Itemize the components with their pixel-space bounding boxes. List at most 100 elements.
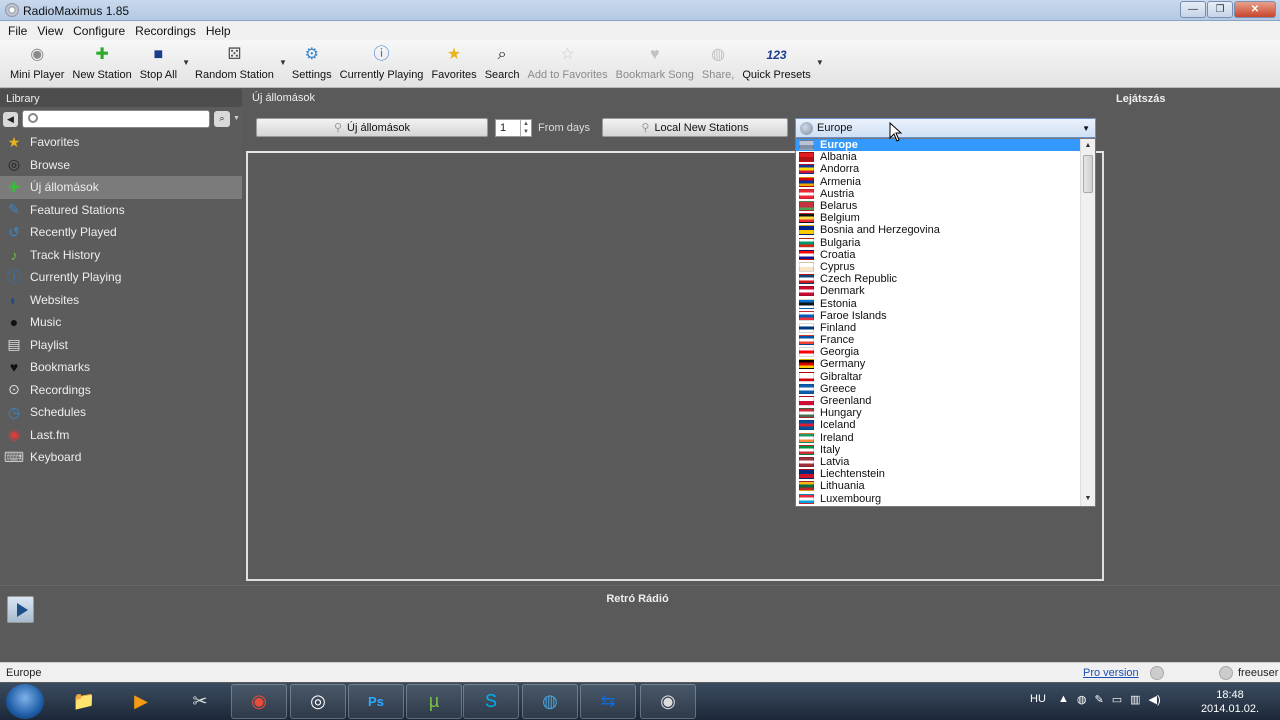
maximize-button[interactable]: ❐: [1207, 1, 1233, 18]
currently-playing-button[interactable]: ⓘ Currently Playing: [336, 40, 428, 86]
bookmark-song-button[interactable]: ♥ Bookmark Song: [612, 40, 698, 86]
dropdown-option-croatia[interactable]: Croatia: [796, 249, 1081, 261]
sidebar-item-favorites[interactable]: ★ Favorites: [0, 131, 242, 154]
dropdown-option-belarus[interactable]: Belarus: [796, 200, 1081, 212]
dropdown-option-armenia[interactable]: Armenia: [796, 176, 1081, 188]
dropdown-option-greenland[interactable]: Greenland: [796, 395, 1081, 407]
dropdown-option-andorra[interactable]: Andorra: [796, 163, 1081, 175]
dropdown-option-latvia[interactable]: Latvia: [796, 456, 1081, 468]
dropdown-option-albania[interactable]: Albania: [796, 151, 1081, 163]
sidebar-item-websites[interactable]: ◐ Websites: [0, 289, 242, 312]
close-button[interactable]: ✕: [1234, 1, 1276, 18]
minimize-button[interactable]: —: [1180, 1, 1206, 18]
sidebar-item-recordings[interactable]: ⊙ Recordings: [0, 379, 242, 402]
new-station-button[interactable]: ✚ New Station: [68, 40, 135, 86]
menu-view[interactable]: View: [32, 21, 68, 40]
search-button[interactable]: ⌕: [214, 111, 230, 127]
dropdown-option-bulgaria[interactable]: Bulgaria: [796, 237, 1081, 249]
toolbar-dropdown-arrow-icon[interactable]: ▼: [181, 58, 191, 67]
taskbar-snipping-tool-icon[interactable]: ✂: [172, 684, 228, 719]
tray-app-icon[interactable]: ✎: [1095, 693, 1104, 706]
dropdown-option-lithuania[interactable]: Lithuania: [796, 480, 1081, 492]
dropdown-option-czech-republic[interactable]: Czech Republic: [796, 273, 1081, 285]
toolbar-dropdown-arrow-icon[interactable]: ▼: [815, 58, 825, 67]
taskbar-teamviewer-icon[interactable]: ⇆: [580, 684, 636, 719]
dropdown-scrollbar[interactable]: ▲ ▼: [1080, 139, 1095, 506]
sidebar-item-featured-stations[interactable]: ✎ Featured Stations: [0, 199, 242, 222]
taskbar-safari-icon[interactable]: ◎: [290, 684, 346, 719]
tray-app-icon[interactable]: ◍: [1077, 693, 1087, 706]
sidebar-item-track-history[interactable]: ♪ Track History: [0, 244, 242, 267]
search-options-dropdown[interactable]: ▼: [233, 115, 240, 122]
dropdown-option-bosnia-and-herzegovina[interactable]: Bosnia and Herzegovina: [796, 224, 1081, 236]
dropdown-option-germany[interactable]: Germany: [796, 358, 1081, 370]
add-to-favorites-button[interactable]: ☆ Add to Favorites: [524, 40, 612, 86]
sidebar-item-browse[interactable]: ◎ Browse: [0, 154, 242, 177]
sidebar-item-last-fm[interactable]: ◉ Last.fm: [0, 424, 242, 447]
taskbar-photoshop-icon[interactable]: Ps: [348, 684, 404, 719]
stepper-arrows-icon[interactable]: ▲ ▼: [520, 120, 531, 136]
language-indicator[interactable]: HU: [1030, 693, 1046, 705]
dropdown-option-faroe-islands[interactable]: Faroe Islands: [796, 310, 1081, 322]
dropdown-option-liechtenstein[interactable]: Liechtenstein: [796, 468, 1081, 480]
taskbar-chrome-icon[interactable]: ◉: [231, 684, 287, 719]
dropdown-option-greece[interactable]: Greece: [796, 383, 1081, 395]
dropdown-option-georgia[interactable]: Georgia: [796, 346, 1081, 358]
taskbar-media-player-icon[interactable]: ▶: [113, 684, 169, 719]
dropdown-option-europe[interactable]: Europe: [796, 139, 1081, 152]
stop-all-button[interactable]: ■ Stop All: [136, 40, 181, 86]
tray-display-icon[interactable]: ▭: [1112, 693, 1122, 706]
taskbar-utorrent-icon[interactable]: µ: [406, 684, 462, 719]
dropdown-option-italy[interactable]: Italy: [796, 444, 1081, 456]
share-button[interactable]: ◍ Share,: [698, 40, 738, 86]
sidebar-item-schedules[interactable]: ◷ Schedules: [0, 401, 242, 424]
dropdown-option-cyprus[interactable]: Cyprus: [796, 261, 1081, 273]
tray-arrow-icon[interactable]: ▲: [1058, 693, 1069, 706]
taskbar-radiomaximus-icon[interactable]: ◉: [640, 684, 696, 719]
taskbar-network-app-icon[interactable]: ◍: [522, 684, 578, 719]
sidebar-item-playlist[interactable]: ▤ Playlist: [0, 334, 242, 357]
start-button[interactable]: [6, 684, 44, 719]
dropdown-option-hungary[interactable]: Hungary: [796, 407, 1081, 419]
random-station-button[interactable]: ⚄ Random Station: [191, 40, 278, 86]
quick-presets-button[interactable]: 123 Quick Presets: [738, 40, 814, 86]
dropdown-option-france[interactable]: France: [796, 334, 1081, 346]
sidebar-item-keyboard[interactable]: ⌨ Keyboard: [0, 446, 242, 469]
back-button[interactable]: ◀: [3, 112, 18, 127]
scroll-up-icon[interactable]: ▲: [1081, 139, 1095, 153]
dropdown-option-finland[interactable]: Finland: [796, 322, 1081, 334]
library-search-input[interactable]: [22, 110, 210, 128]
settings-button[interactable]: ⚙ Settings: [288, 40, 336, 86]
sidebar-item-recently-played[interactable]: ↺ Recently Played: [0, 221, 242, 244]
dropdown-option-ireland[interactable]: Ireland: [796, 432, 1081, 444]
region-select[interactable]: Europe ▼: [795, 118, 1096, 138]
favorites-button[interactable]: ★ Favorites: [427, 40, 480, 86]
volume-icon[interactable]: ◀): [1149, 693, 1161, 706]
dropdown-option-gibraltar[interactable]: Gibraltar: [796, 371, 1081, 383]
help-icon[interactable]: [1150, 666, 1164, 680]
dropdown-option-denmark[interactable]: Denmark: [796, 285, 1081, 297]
network-icon[interactable]: ▥: [1130, 693, 1140, 706]
clock[interactable]: 18:48 2014.01.02.: [1200, 688, 1260, 716]
scroll-thumb[interactable]: [1083, 155, 1093, 193]
mini-player-button[interactable]: ◉ Mini Player: [6, 40, 68, 86]
scroll-down-icon[interactable]: ▼: [1081, 492, 1095, 506]
taskbar-explorer-icon[interactable]: 📁: [56, 684, 112, 719]
dropdown-option-estonia[interactable]: Estonia: [796, 297, 1081, 310]
dropdown-option-belgium[interactable]: Belgium: [796, 212, 1081, 224]
menu-file[interactable]: File: [3, 21, 32, 40]
dropdown-option-luxembourg[interactable]: Luxembourg: [796, 492, 1081, 505]
sidebar-item-j-llom-sok[interactable]: ✚ Új állomások: [0, 176, 242, 199]
menu-configure[interactable]: Configure: [68, 21, 130, 40]
new-stations-button[interactable]: ⚲ Új állomások: [256, 118, 488, 137]
dropdown-option-iceland[interactable]: Iceland: [796, 419, 1081, 431]
menu-help[interactable]: Help: [201, 21, 236, 40]
dropdown-option-austria[interactable]: Austria: [796, 188, 1081, 200]
days-stepper[interactable]: 1 ▲ ▼: [495, 119, 532, 137]
taskbar-skype-icon[interactable]: S: [463, 684, 519, 719]
local-new-stations-button[interactable]: ⚲ Local New Stations: [602, 118, 788, 137]
sidebar-item-bookmarks[interactable]: ♥ Bookmarks: [0, 356, 242, 379]
menu-recordings[interactable]: Recordings: [130, 21, 201, 40]
pro-version-link[interactable]: Pro version: [1083, 667, 1139, 679]
sidebar-item-currently-playing[interactable]: ⓘ Currently Playing: [0, 266, 242, 289]
